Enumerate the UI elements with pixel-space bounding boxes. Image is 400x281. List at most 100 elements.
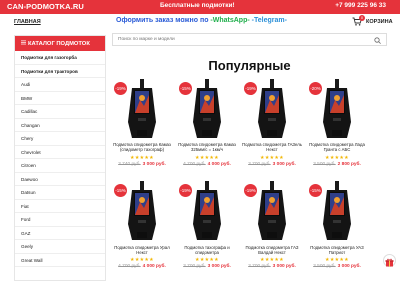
catalog-item[interactable]: Geely [15, 240, 105, 254]
current-price: 3 000 руб. [142, 162, 166, 167]
catalog-sidebar: КАТАЛОГ ПОДМОТОК Подмотки для газогорба П… [14, 35, 106, 281]
product-card[interactable]: -15% Подмотка спидометра УАЗ Патриот ★★★★★… [306, 180, 368, 280]
current-price: 3 000 руб. [337, 264, 361, 269]
old-price: 3 700 руб. [248, 162, 271, 167]
product-name[interactable]: Подмотка спидометра ГАЗель Некст [239, 142, 305, 153]
whatsapp-link[interactable]: -WhatsApp- [210, 17, 249, 24]
price-block: 3 500 руб. 3 000 руб. [306, 264, 368, 269]
catalog-item[interactable]: Great Wall [15, 254, 105, 267]
product-image[interactable] [253, 78, 291, 142]
cart-link[interactable]: КОРЗИНА [366, 19, 393, 25]
discount-badge: -19% [244, 184, 257, 197]
rating-stars: ★★★★★ [195, 155, 219, 161]
search-bar [112, 33, 387, 46]
product-image[interactable] [188, 78, 226, 142]
catalog-item[interactable]: Chery [15, 132, 105, 146]
old-price: 3 500 руб. [313, 264, 336, 269]
product-image[interactable] [318, 180, 356, 244]
product-name[interactable]: Подмотка спидометра Урал Некст [109, 245, 175, 256]
price-block: 3 740 руб. 3 000 руб. [111, 162, 173, 167]
catalog-list: Подмотки для газогорба Подмотки для тракт… [15, 51, 105, 267]
product-image[interactable] [188, 180, 226, 244]
section-title: Популярные [208, 58, 291, 73]
product-name[interactable]: Подмотка спидометра ГАЗ Валдай Некст [239, 245, 305, 256]
catalog-item[interactable]: Datsun [15, 186, 105, 200]
order-note: Оформить заказ можно по -WhatsApp- -Tele… [116, 17, 287, 24]
rating-stars: ★★★★★ [260, 155, 284, 161]
product-image[interactable] [253, 180, 291, 244]
product-card[interactable]: -19% Подмотка спидометра ГАЗель Некст ★★★★… [241, 78, 303, 178]
price-block: 3 500 руб. 2 800 руб. [306, 162, 368, 167]
catalog-item[interactable]: GAZ [15, 227, 105, 240]
product-name[interactable]: Подмотка спидометра Камаз 325мм/с = 1км/… [174, 142, 240, 153]
product-card[interactable]: -19% Подмотка тахографа и спидометра ★★★★★… [176, 180, 238, 280]
catalog-title: КАТАЛОГ ПОДМОТОК [28, 41, 90, 47]
top-bar: CAN-PODMOTKA.RU Бесплатные подмотки! +7 … [0, 0, 400, 14]
current-price: 3 000 руб. [272, 162, 296, 167]
search-icon[interactable] [374, 37, 381, 44]
product-card[interactable]: -15% Подмотка спидометра Урал Некст ★★★★★ 4… [111, 180, 173, 280]
product-card[interactable]: -20% Подмотка спидометра Лада Гранта с АБ… [306, 78, 368, 178]
current-price: 4 000 руб. [142, 264, 166, 269]
rating-stars: ★★★★★ [130, 257, 154, 263]
product-name[interactable]: Подмотка тахографа и спидометра [174, 245, 240, 256]
gift-button[interactable] [383, 254, 396, 267]
old-price: 4 700 руб. [183, 162, 206, 167]
price-block: 4 700 руб. 4 000 руб. [176, 162, 238, 167]
search-input[interactable] [118, 37, 358, 42]
catalog-item[interactable]: Chevrolet [15, 146, 105, 159]
price-block: 3 700 руб. 3 000 руб. [176, 264, 238, 269]
old-price: 4 700 руб. [118, 264, 141, 269]
current-price: 3 000 руб. [207, 264, 231, 269]
rating-stars: ★★★★★ [195, 257, 219, 263]
rating-stars: ★★★★★ [325, 257, 349, 263]
discount-badge: -15% [179, 82, 192, 95]
catalog-item[interactable]: Daewoo [15, 173, 105, 186]
discount-badge: -19% [114, 82, 127, 95]
current-price: 3 000 руб. [272, 264, 296, 269]
gift-icon [385, 258, 394, 267]
product-image[interactable] [123, 180, 161, 244]
old-price: 3 700 руб. [248, 264, 271, 269]
site-logo[interactable]: CAN-PODMOTKA.RU [7, 2, 84, 11]
discount-badge: -19% [244, 82, 257, 95]
product-card[interactable]: -19% Подмотка спидометра ГАЗ Валдай Некст… [241, 180, 303, 280]
order-prefix: Оформить заказ можно по [116, 17, 211, 24]
cart-count-badge: 0 [359, 15, 365, 21]
product-image[interactable] [318, 78, 356, 142]
promo-text: Бесплатные подмотки! [160, 2, 235, 9]
current-price: 2 800 руб. [337, 162, 361, 167]
rating-stars: ★★★★★ [325, 155, 349, 161]
catalog-item[interactable]: Fiat [15, 200, 105, 213]
product-image[interactable] [123, 78, 161, 142]
product-name[interactable]: Подмотка спидометра Камаз (спидометр тах… [109, 142, 175, 153]
product-card[interactable]: -15% Подмотка спидометра Камаз 325мм/с = … [176, 78, 238, 178]
product-card[interactable]: -19% Подмотка спидометра Камаз (спидометр… [111, 78, 173, 178]
telegram-link[interactable]: -Telegram- [252, 17, 287, 24]
discount-badge: -15% [114, 184, 127, 197]
menu-icon [21, 40, 26, 47]
discount-badge: -20% [309, 82, 322, 95]
catalog-item[interactable]: Подмотки для тракторов [15, 65, 105, 78]
old-price: 3 700 руб. [183, 264, 206, 269]
catalog-item[interactable]: Ford [15, 213, 105, 227]
catalog-item[interactable]: Audi [15, 78, 105, 92]
product-name[interactable]: Подмотка спидометра УАЗ Патриот [304, 245, 370, 256]
rating-stars: ★★★★★ [130, 155, 154, 161]
catalog-item[interactable]: Подмотки для газогорба [15, 51, 105, 65]
home-link[interactable]: ГЛАВНАЯ [14, 19, 41, 25]
price-block: 4 700 руб. 4 000 руб. [111, 264, 173, 269]
discount-badge: -15% [309, 184, 322, 197]
rating-stars: ★★★★★ [260, 257, 284, 263]
catalog-item[interactable]: Cadillac [15, 105, 105, 119]
phone-link[interactable]: +7 999 225 96 33 [335, 2, 386, 9]
catalog-item[interactable]: BMW [15, 92, 105, 105]
catalog-item[interactable]: Citroen [15, 159, 105, 173]
discount-badge: -19% [179, 184, 192, 197]
price-block: 3 700 руб. 3 000 руб. [241, 264, 303, 269]
catalog-item[interactable]: Changan [15, 119, 105, 132]
old-price: 3 500 руб. [313, 162, 336, 167]
old-price: 3 740 руб. [118, 162, 141, 167]
product-name[interactable]: Подмотка спидометра Лада Гранта с АБС [304, 142, 370, 153]
catalog-header[interactable]: КАТАЛОГ ПОДМОТОК [15, 36, 105, 51]
